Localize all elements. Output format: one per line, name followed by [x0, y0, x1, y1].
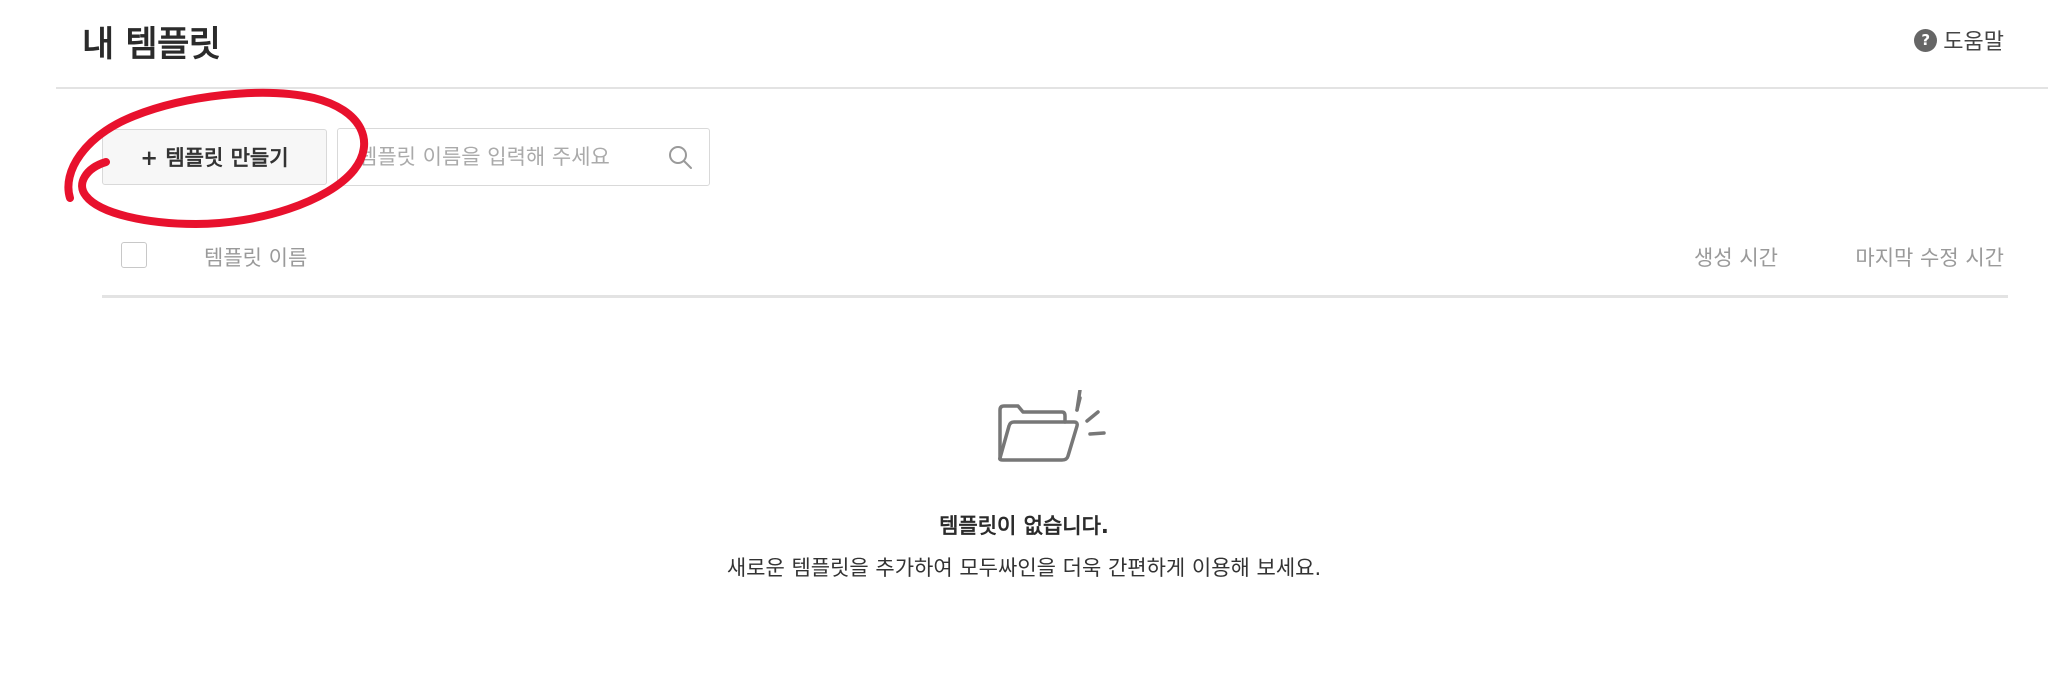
- page-title: 내 템플릿: [82, 25, 221, 65]
- search-input[interactable]: [358, 129, 643, 185]
- create-template-button[interactable]: + 템플릿 만들기: [102, 129, 327, 185]
- column-header-created[interactable]: 생성 시간: [1694, 242, 1778, 272]
- open-folder-icon: [997, 390, 1106, 462]
- page: 내 템플릿 ? 도움말 + 템플릿 만들기 템플릿 이름 생성 시간 마지막 수…: [0, 0, 2048, 700]
- search-box: [337, 128, 710, 186]
- empty-state-description: 새로운 템플릿을 추가하여 모두싸인을 더욱 간편하게 이용해 보세요.: [726, 556, 1322, 580]
- help-link[interactable]: ? 도움말: [1914, 24, 2004, 56]
- header-divider: [56, 87, 2048, 89]
- help-label: 도움말: [1943, 30, 2004, 55]
- table-divider: [102, 295, 2008, 298]
- column-header-name[interactable]: 템플릿 이름: [204, 242, 307, 272]
- column-header-modified[interactable]: 마지막 수정 시간: [1855, 242, 2004, 272]
- empty-state-title: 템플릿이 없습니다.: [939, 514, 1109, 538]
- empty-state: 템플릿이 없습니다. 새로운 템플릿을 추가하여 모두싸인을 더욱 간편하게 이…: [0, 390, 2048, 582]
- select-all-checkbox[interactable]: [121, 242, 147, 268]
- search-icon[interactable]: [667, 144, 693, 170]
- table-header: 템플릿 이름 생성 시간 마지막 수정 시간: [102, 232, 2008, 296]
- help-icon: ?: [1914, 28, 1938, 52]
